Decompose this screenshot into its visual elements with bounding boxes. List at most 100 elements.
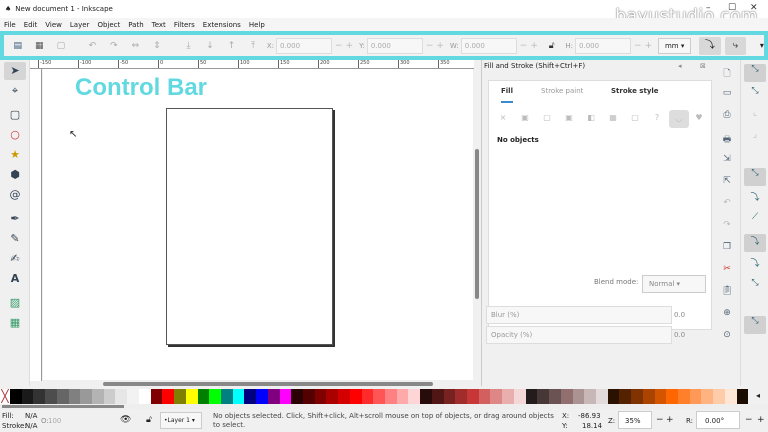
color-swatch[interactable] xyxy=(560,389,573,404)
redo-icon[interactable]: ↷ xyxy=(719,220,735,236)
new-document-icon[interactable]: 🗋 xyxy=(719,66,735,82)
color-swatch[interactable] xyxy=(373,389,385,404)
zoom-icon[interactable]: ⊕ xyxy=(719,308,735,324)
palette-menu-icon[interactable]: ◂ xyxy=(756,391,760,400)
color-swatch[interactable] xyxy=(314,389,327,404)
lower-icon[interactable]: ↓ xyxy=(202,39,218,53)
snap-bbox-corner-icon[interactable]: ⌟ xyxy=(744,130,766,148)
more-options-button[interactable]: ▾ xyxy=(760,41,764,50)
no-color-swatch-icon[interactable]: ╳ xyxy=(0,389,10,404)
h-decrement[interactable]: − xyxy=(634,41,642,51)
snap-intersections-icon[interactable]: ⟋ xyxy=(744,212,766,230)
color-swatch[interactable] xyxy=(595,389,608,404)
star-tool-icon[interactable]: ★ xyxy=(4,146,26,164)
color-swatch[interactable] xyxy=(244,389,257,404)
text-tool-icon[interactable]: A xyxy=(4,270,26,288)
color-swatch[interactable] xyxy=(549,389,561,404)
color-swatch[interactable] xyxy=(185,389,198,404)
x-input[interactable]: 0.000 xyxy=(276,37,332,54)
color-swatch[interactable] xyxy=(279,389,292,404)
mesh-tool-icon[interactable]: ▦ xyxy=(4,314,26,332)
color-swatch[interactable] xyxy=(174,389,186,404)
raise-icon[interactable]: ↑ xyxy=(224,39,240,53)
lock-icon[interactable]: 🔓︎ xyxy=(544,39,560,53)
radial-gradient-icon[interactable]: ▣ xyxy=(563,113,575,125)
node-tool-icon[interactable]: ⌖ xyxy=(4,82,26,100)
color-swatch[interactable] xyxy=(584,389,596,404)
horizontal-scrollbar[interactable] xyxy=(43,380,473,388)
color-swatch[interactable] xyxy=(572,389,585,404)
rotate-cw-icon[interactable]: ↷ xyxy=(106,39,122,53)
menu-layer[interactable]: Layer xyxy=(70,21,90,29)
deselect-icon[interactable]: ▢ xyxy=(53,39,69,53)
x-decrement[interactable]: − xyxy=(335,41,343,51)
dock-close-icon[interactable]: ⊠ xyxy=(700,62,706,70)
h-increment[interactable]: + xyxy=(645,41,653,51)
export-icon[interactable]: ⇱ xyxy=(719,176,735,192)
linear-gradient-icon[interactable]: ▢ xyxy=(541,113,553,125)
dock-iconify-icon[interactable]: ◂ xyxy=(678,62,682,70)
color-swatch[interactable] xyxy=(724,389,737,404)
toggle-visibility-icon[interactable]: 👁︎ xyxy=(120,415,131,425)
import-icon[interactable]: ⇲ xyxy=(719,154,735,170)
menu-view[interactable]: View xyxy=(45,21,62,29)
color-swatch[interactable] xyxy=(150,389,163,404)
blur-value[interactable]: 0.0 xyxy=(674,311,685,319)
zoom-decrement[interactable]: − xyxy=(656,415,664,425)
color-swatch[interactable] xyxy=(455,389,468,404)
y-increment[interactable]: + xyxy=(436,41,444,51)
fill-rule-evenodd-icon[interactable]: ◡ xyxy=(669,110,689,128)
snap-paths-icon[interactable]: ⤵ xyxy=(744,190,766,208)
unset-paint-icon[interactable]: ? xyxy=(651,113,663,125)
scale-stroke-toggle-icon[interactable]: ⤵ xyxy=(699,36,721,55)
vertical-scroll-thumb[interactable] xyxy=(475,149,479,299)
units-dropdown[interactable]: mm ▾ xyxy=(658,37,692,54)
rotate-decrement[interactable]: − xyxy=(745,415,753,425)
rotate-increment[interactable]: + xyxy=(757,415,765,425)
menu-text[interactable]: Text xyxy=(152,21,166,29)
snap-page-border-icon[interactable]: ⤡ xyxy=(744,316,766,334)
no-paint-icon[interactable]: × xyxy=(497,113,509,125)
color-swatch[interactable] xyxy=(631,389,643,404)
flip-vertical-icon[interactable]: ⇕ xyxy=(149,39,165,53)
color-swatch[interactable] xyxy=(502,389,514,404)
color-swatch[interactable] xyxy=(68,389,81,404)
pencil-tool-icon[interactable]: ✎ xyxy=(4,230,26,248)
zoom-input[interactable]: 35% xyxy=(618,411,652,429)
color-swatch[interactable] xyxy=(478,389,491,404)
ellipse-tool-icon[interactable]: ○ xyxy=(4,126,26,144)
color-swatch[interactable] xyxy=(467,389,479,404)
color-swatch[interactable] xyxy=(127,389,139,404)
zoom-increment[interactable]: + xyxy=(666,415,674,425)
opacity-slider[interactable]: Opacity (%) xyxy=(486,326,672,344)
color-swatch[interactable] xyxy=(420,389,432,404)
color-swatch[interactable] xyxy=(21,389,34,404)
stroke-indicator[interactable]: N/A xyxy=(25,422,37,430)
palette-scroll-thumb[interactable] xyxy=(2,405,124,408)
select-all-layers-icon[interactable]: ▦ xyxy=(32,39,48,53)
color-swatch[interactable] xyxy=(677,389,690,404)
opacity-input[interactable]: 100 xyxy=(48,417,61,425)
w-input[interactable]: 0.000 xyxy=(460,37,517,54)
color-swatch[interactable] xyxy=(232,389,245,404)
toggle-lock-icon[interactable]: 🔓︎ xyxy=(146,415,152,425)
select-all-icon[interactable]: ▤ xyxy=(10,39,26,53)
paste-icon[interactable]: 📋︎ xyxy=(719,286,735,302)
undo-icon[interactable]: ↶ xyxy=(719,198,735,214)
scale-corners-toggle-icon[interactable]: ⤷ xyxy=(724,36,746,55)
cut-icon[interactable]: ✂ xyxy=(719,264,735,280)
color-swatch[interactable] xyxy=(103,389,116,404)
menu-file[interactable]: File xyxy=(4,21,16,29)
mesh-gradient-icon[interactable]: ◧ xyxy=(585,113,597,125)
color-swatch[interactable] xyxy=(736,389,749,404)
flat-color-icon[interactable]: ▣ xyxy=(519,113,531,125)
swatch-icon[interactable]: ▢ xyxy=(629,113,641,125)
3d-box-tool-icon[interactable]: ⬢ xyxy=(4,166,26,184)
color-swatch[interactable] xyxy=(349,389,362,404)
color-swatch[interactable] xyxy=(209,389,221,404)
color-swatch[interactable] xyxy=(361,389,374,404)
raise-to-top-icon[interactable]: ⤒ xyxy=(245,39,261,53)
color-swatch[interactable] xyxy=(689,389,702,404)
horizontal-scroll-thumb[interactable] xyxy=(103,382,433,386)
snap-toggle-icon[interactable]: ⤡ xyxy=(744,64,766,82)
